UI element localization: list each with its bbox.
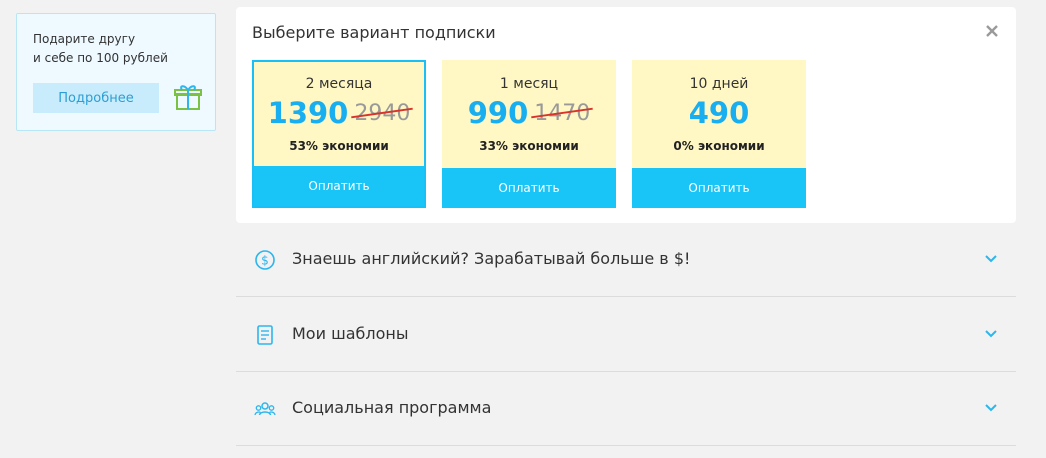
document-icon (257, 325, 273, 345)
plan-old-price: 1470 (531, 101, 594, 126)
plan-price: 490 (688, 96, 750, 130)
plan-price: 1390 (267, 96, 349, 130)
pay-button[interactable]: Оплатить (442, 168, 616, 208)
promo-line-1: Подарите другу (33, 32, 136, 46)
plan-prices: 9901470 (442, 96, 616, 130)
dollar-icon: $ (255, 250, 275, 270)
plan-saving: 0% экономии (673, 139, 765, 153)
pay-button[interactable]: Оплатить (254, 166, 424, 206)
close-icon[interactable] (984, 23, 1000, 39)
accordion-item-social-program[interactable]: Социальная программа (236, 372, 1016, 446)
plan-prices: 13902940 (254, 96, 424, 130)
svg-text:$: $ (261, 254, 269, 268)
referral-promo-card: Подарите другу и себе по 100 рублей Подр… (16, 13, 216, 131)
plan-period: 1 месяц (499, 76, 559, 92)
gift-icon (174, 85, 202, 110)
plan-card-2-months[interactable]: 2 месяца 13902940 53% экономии Оплатить (252, 60, 426, 208)
chevron-down-icon[interactable] (984, 254, 998, 264)
chevron-down-icon[interactable] (984, 329, 998, 339)
promo-line-2: и себе по 100 рублей (33, 51, 168, 65)
promo-text: Подарите другу и себе по 100 рублей (33, 30, 168, 68)
subscription-panel: Выберите вариант подписки 2 месяца 13902… (236, 7, 1016, 223)
people-icon (254, 402, 276, 416)
accordion-item-earn-more[interactable]: $ Знаешь английский? Зарабатывай больше … (236, 223, 1016, 297)
plan-price: 990 (467, 96, 529, 130)
subscription-title: Выберите вариант подписки (252, 23, 496, 42)
accordion-label: Социальная программа (292, 398, 492, 417)
chevron-down-icon[interactable] (984, 403, 998, 413)
plan-old-price: 2940 (351, 101, 414, 126)
pay-button[interactable]: Оплатить (632, 168, 806, 208)
plan-card-10-days[interactable]: 10 дней 490 0% экономии Оплатить (632, 60, 806, 208)
plan-prices: 490 (632, 96, 806, 130)
plan-saving: 33% экономии (479, 139, 579, 153)
accordion-item-templates[interactable]: Мои шаблоны (236, 298, 1016, 372)
accordion-label: Мои шаблоны (292, 324, 409, 343)
promo-details-button[interactable]: Подробнее (33, 83, 159, 113)
accordion-label: Знаешь английский? Зарабатывай больше в … (292, 249, 691, 268)
page: Подарите другу и себе по 100 рублей Подр… (0, 0, 1046, 458)
plan-period: 10 дней (689, 76, 749, 92)
plan-card-1-month[interactable]: 1 месяц 9901470 33% экономии Оплатить (442, 60, 616, 208)
plan-saving: 53% экономии (289, 139, 389, 153)
plan-period: 2 месяца (305, 76, 373, 92)
